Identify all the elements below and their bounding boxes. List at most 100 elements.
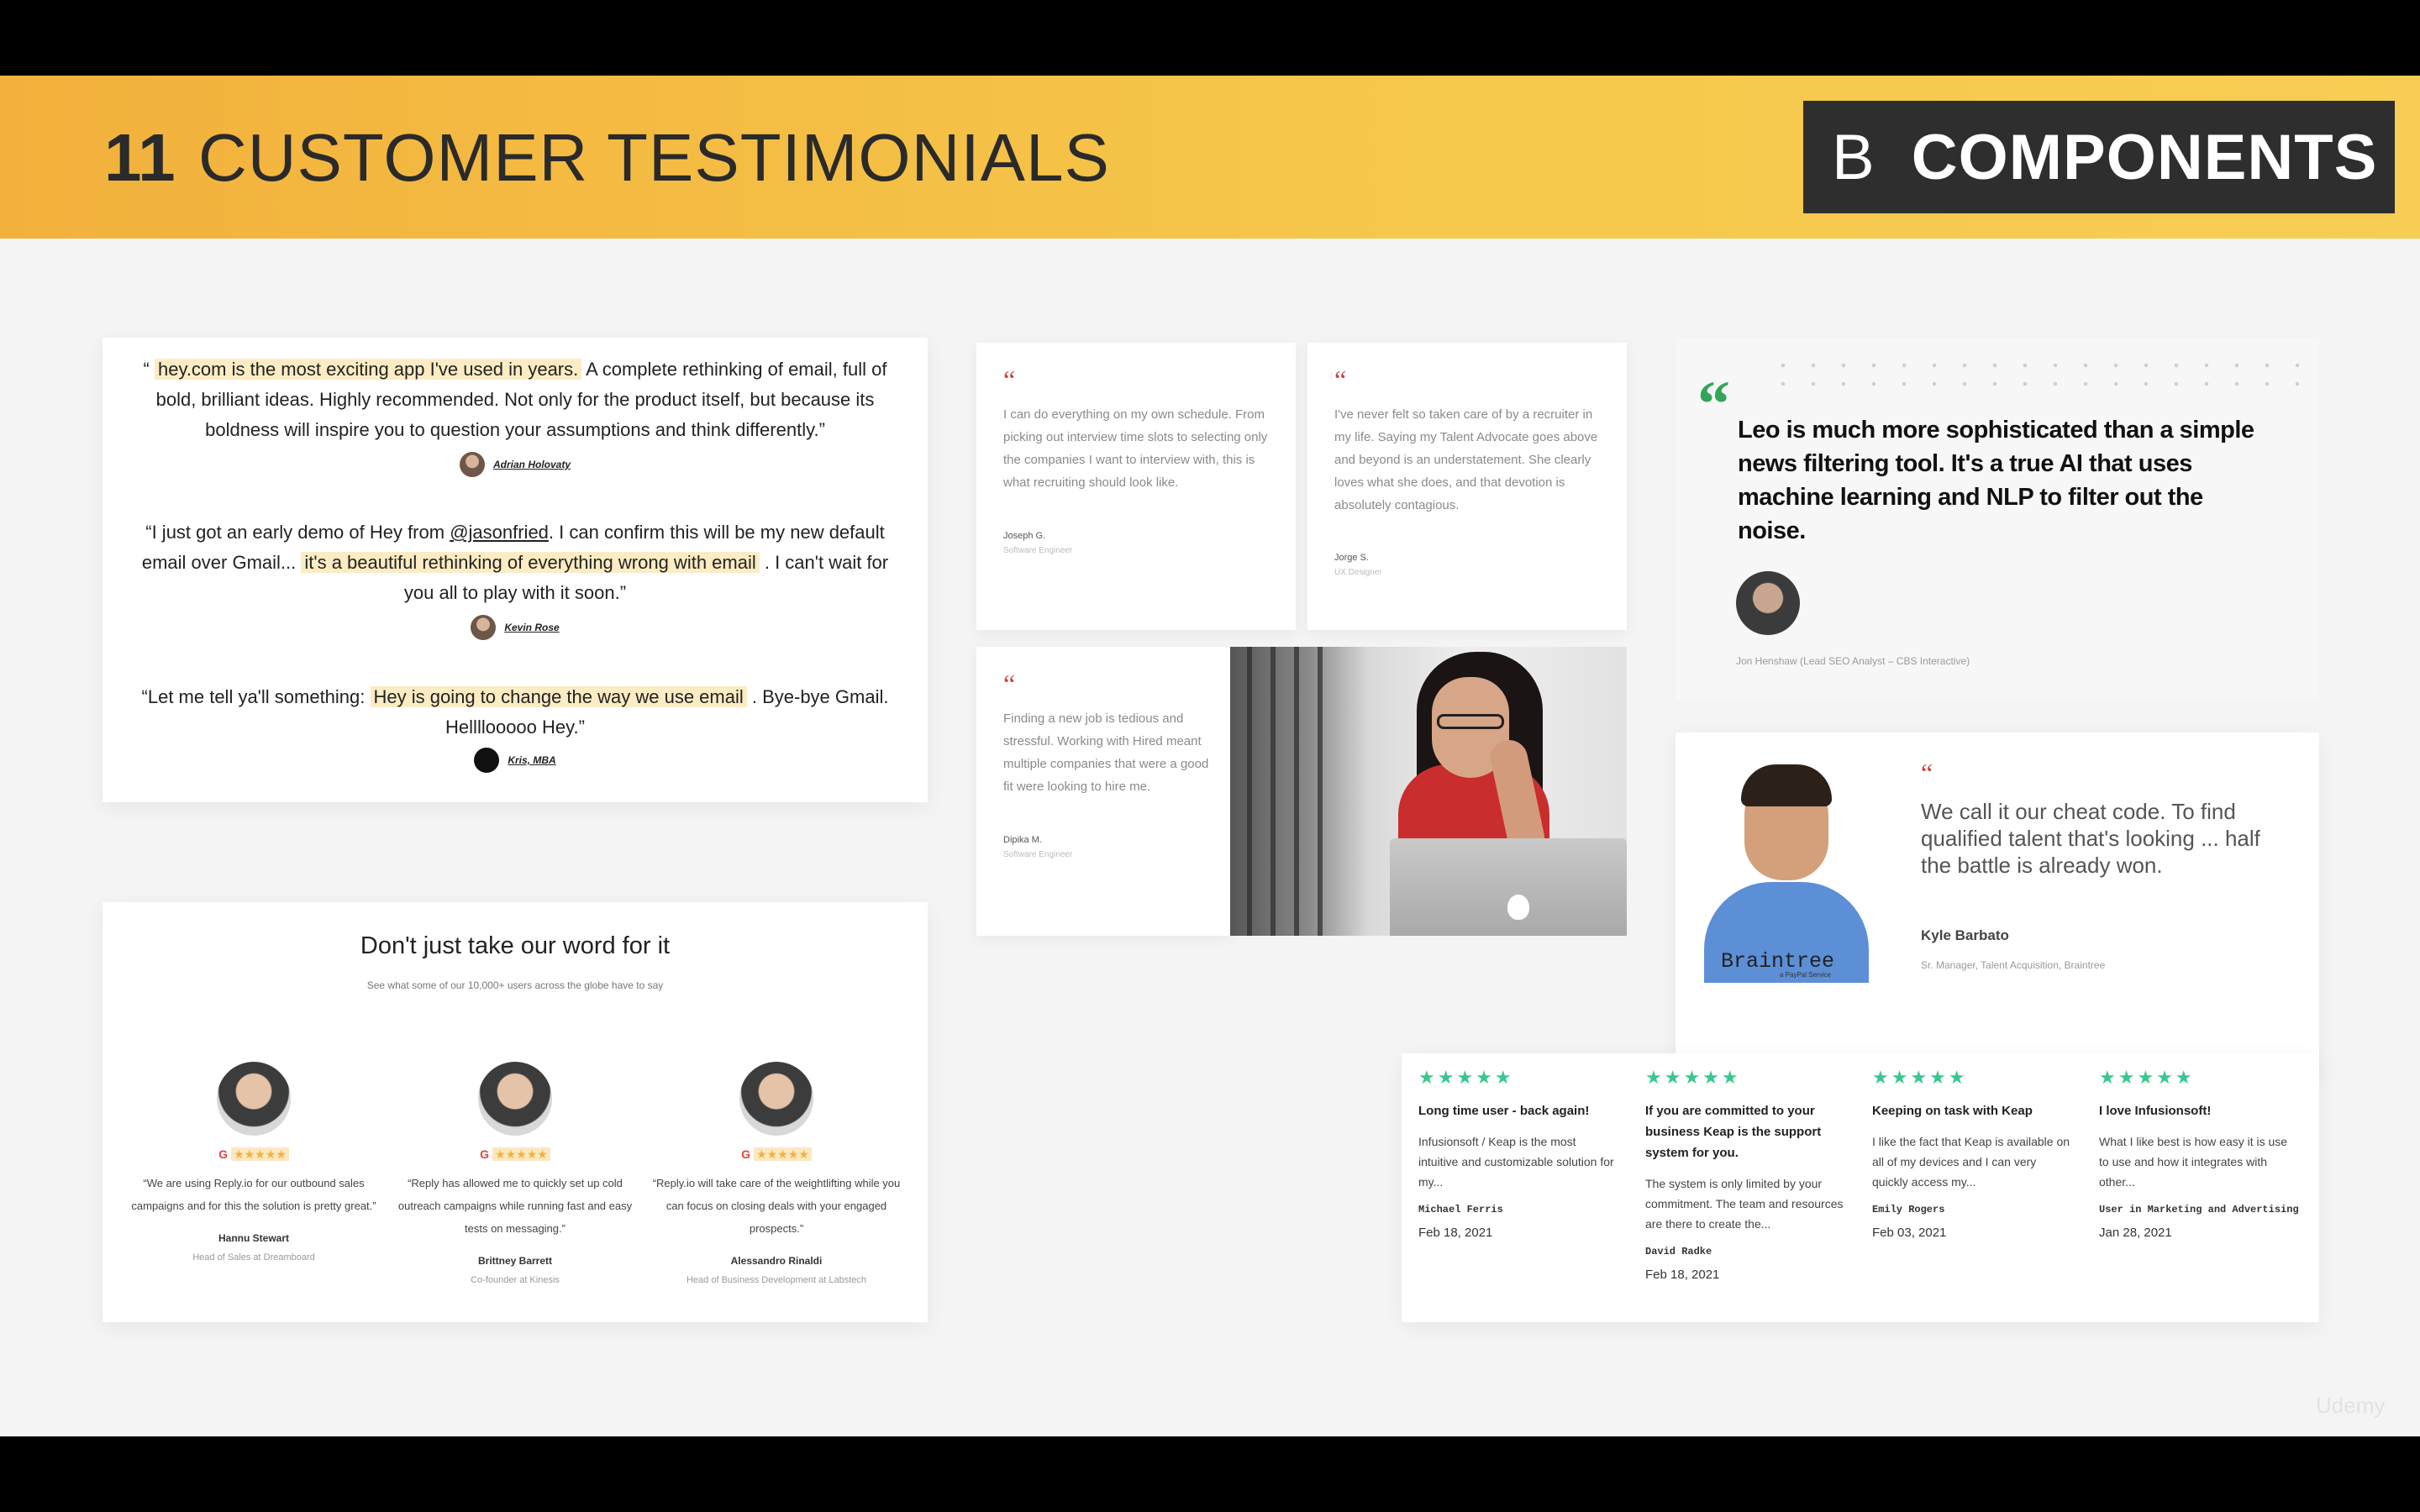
g2-icon: G bbox=[480, 1147, 490, 1161]
review-date: Feb 18, 2021 bbox=[1645, 1268, 1720, 1282]
author-name: Kyle Barbato bbox=[1921, 927, 2009, 943]
stars-icon: ★★★★★ bbox=[2099, 1067, 2195, 1088]
reviewer-name: Hannu Stewart bbox=[218, 1232, 289, 1244]
review-item: ★★★★★ Keeping on task with Keap I like t… bbox=[1855, 1053, 2081, 1322]
quote-icon: “ bbox=[1334, 365, 1347, 395]
review-title: I love Infusionsoft! bbox=[2099, 1104, 2212, 1118]
author-link[interactable]: Adrian Holovaty bbox=[493, 459, 571, 470]
hired-testimonial-card: “ Finding a new job is tedious and stres… bbox=[976, 647, 1230, 936]
quote-icon: “ bbox=[1697, 367, 1730, 440]
hey-author-1: Adrian Holovaty bbox=[103, 452, 928, 477]
g2-icon: G bbox=[218, 1147, 229, 1161]
reviewer-name: Emily Rogers bbox=[1872, 1204, 1945, 1215]
hired-testimonial-card: “ I can do everything on my own schedule… bbox=[976, 343, 1296, 630]
reviewer-name: Alessandro Rinaldi bbox=[730, 1255, 823, 1267]
review-text: What I like best is how easy it is use t… bbox=[2099, 1135, 2288, 1189]
stars-icon: ★★★★★ bbox=[492, 1147, 550, 1161]
reply-subtitle: See what some of our 10,000+ users acros… bbox=[366, 979, 664, 991]
reply-review: G ★★★★★ “Reply has allowed me to quickly … bbox=[389, 1062, 641, 1285]
person-illustration bbox=[1741, 764, 1832, 806]
avatar bbox=[739, 1062, 813, 1136]
hey-testimonial-card: “ hey.com is the most exciting app I've … bbox=[103, 338, 928, 802]
hey-quote-1: “ hey.com is the most exciting app I've … bbox=[143, 359, 887, 440]
quote-icon: “ bbox=[1921, 758, 1933, 788]
hey-author-2: Kevin Rose bbox=[103, 615, 928, 640]
reviewer-name: User in Marketing and Advertising bbox=[2099, 1204, 2299, 1215]
udemy-watermark: Udemy bbox=[2316, 1393, 2386, 1418]
author-name: Jorge S. bbox=[1334, 553, 1369, 563]
badge-letter: B bbox=[1832, 121, 1875, 193]
section-title: CUSTOMER TESTIMONIALS bbox=[198, 120, 1110, 195]
quote-icon: “ bbox=[1003, 669, 1016, 699]
avatar bbox=[471, 615, 497, 640]
review-date: Feb 18, 2021 bbox=[1418, 1226, 1493, 1240]
g2-icon: G bbox=[741, 1147, 751, 1161]
review-text: I like the fact that Keap is available o… bbox=[1872, 1135, 2070, 1189]
category-badge: B COMPONENTS bbox=[1803, 101, 2395, 213]
review-title: If you are committed to your business Ke… bbox=[1645, 1104, 1822, 1160]
author-role: UX Designer bbox=[1334, 568, 1382, 577]
hey-quote-3: “Let me tell ya'll something: Hey is goi… bbox=[141, 686, 889, 738]
review-text: “We are using Reply.io for our outbound … bbox=[131, 1177, 376, 1212]
highlight: hey.com is the most exciting app I've us… bbox=[154, 359, 582, 380]
testimonial-text: Finding a new job is tedious and stressf… bbox=[1003, 711, 1209, 794]
stars-icon: ★★★★★ bbox=[1872, 1067, 1968, 1088]
reviewer-role: Head of Sales at Dreamboard bbox=[192, 1252, 315, 1263]
highlight: it's a beautiful rethinking of everythin… bbox=[301, 552, 760, 573]
reply-review: G ★★★★★ “Reply.io will take care of the w… bbox=[650, 1062, 902, 1285]
mention-link[interactable]: @jasonfried bbox=[450, 522, 549, 543]
letterbox-bottom bbox=[0, 1436, 2420, 1512]
hired-testimonial-card: “ I've never felt so taken care of by a … bbox=[1307, 343, 1627, 630]
quote-icon: “ bbox=[1003, 365, 1016, 395]
review-date: Jan 28, 2021 bbox=[2099, 1226, 2172, 1240]
review-item: ★★★★★ If you are committed to your busin… bbox=[1628, 1053, 1854, 1322]
reviewer-name: David Radke bbox=[1645, 1246, 1712, 1257]
reply-review: G ★★★★★ “We are using Reply.io for our ou… bbox=[128, 1062, 380, 1263]
leo-testimonial-card: “ Leo is much more sophisticated than a … bbox=[1676, 338, 2319, 699]
apple-logo-icon bbox=[1507, 895, 1529, 920]
braintree-testimonial-card: Braintree a PayPal Service “ We call it … bbox=[1676, 732, 2319, 1075]
reviewer-role: Co-founder at Kinesis bbox=[471, 1275, 560, 1285]
slide-header: 11 CUSTOMER TESTIMONIALS B COMPONENTS bbox=[0, 76, 2420, 239]
stars-icon: ★★★★★ bbox=[1645, 1067, 1741, 1088]
author-name: Joseph G. bbox=[1003, 531, 1046, 541]
testimonial-text: We call it our cheat code. To find quali… bbox=[1921, 799, 2260, 878]
testimonial-text: Leo is much more sophisticated than a si… bbox=[1738, 417, 2254, 544]
hey-author-3: Kris, MBA bbox=[103, 748, 928, 773]
rating: G ★★★★★ bbox=[128, 1147, 380, 1162]
company-logo: Braintree bbox=[1721, 949, 1835, 974]
stars-icon: ★★★★★ bbox=[231, 1147, 289, 1161]
author-role: Software Engineer bbox=[1003, 850, 1073, 859]
review-text: “Reply.io will take care of the weightli… bbox=[652, 1177, 901, 1235]
stars-icon: ★★★★★ bbox=[1418, 1067, 1514, 1088]
author-role: Software Engineer bbox=[1003, 546, 1073, 555]
author-name: Dipika M. bbox=[1003, 835, 1042, 845]
author-role: Sr. Manager, Talent Acquisition, Braintr… bbox=[1921, 959, 2106, 971]
hey-quote-2: “I just got an early demo of Hey from @j… bbox=[141, 522, 889, 603]
review-title: Long time user - back again! bbox=[1418, 1104, 1590, 1118]
laptop-illustration bbox=[1390, 838, 1627, 936]
glasses-illustration bbox=[1437, 714, 1504, 729]
reply-testimonial-card: Don't just take our word for it See what… bbox=[103, 902, 928, 1322]
avatar bbox=[1736, 571, 1800, 635]
review-text: “Reply has allowed me to quickly set up … bbox=[397, 1177, 633, 1235]
avatar bbox=[217, 1062, 291, 1136]
author-link[interactable]: Kevin Rose bbox=[504, 622, 559, 633]
testimonial-text: I can do everything on my own schedule. … bbox=[1003, 407, 1268, 490]
badge-text: COMPONENTS bbox=[1911, 121, 2378, 193]
author-link[interactable]: Kris, MBA bbox=[508, 754, 555, 766]
reply-title: Don't just take our word for it bbox=[360, 932, 671, 959]
reviewer-role: Head of Business Development at Labstech bbox=[686, 1275, 867, 1285]
review-text: The system is only limited by your commi… bbox=[1645, 1177, 1844, 1231]
reviewer-name: Michael Ferris bbox=[1418, 1204, 1503, 1215]
stars-icon: ★★★★★ bbox=[754, 1147, 812, 1161]
avatar bbox=[459, 452, 485, 477]
customer-photo bbox=[1230, 647, 1627, 936]
highlight: Hey is going to change the way we use em… bbox=[370, 686, 747, 707]
avatar bbox=[478, 1062, 552, 1136]
window-illustration bbox=[1247, 647, 1323, 936]
company-logo-sub: a PayPal Service bbox=[1780, 971, 1831, 979]
review-date: Feb 03, 2021 bbox=[1872, 1226, 1947, 1240]
avatar bbox=[474, 748, 500, 773]
author-citation: Jon Henshaw (Lead SEO Analyst – CBS Inte… bbox=[1736, 655, 1970, 667]
